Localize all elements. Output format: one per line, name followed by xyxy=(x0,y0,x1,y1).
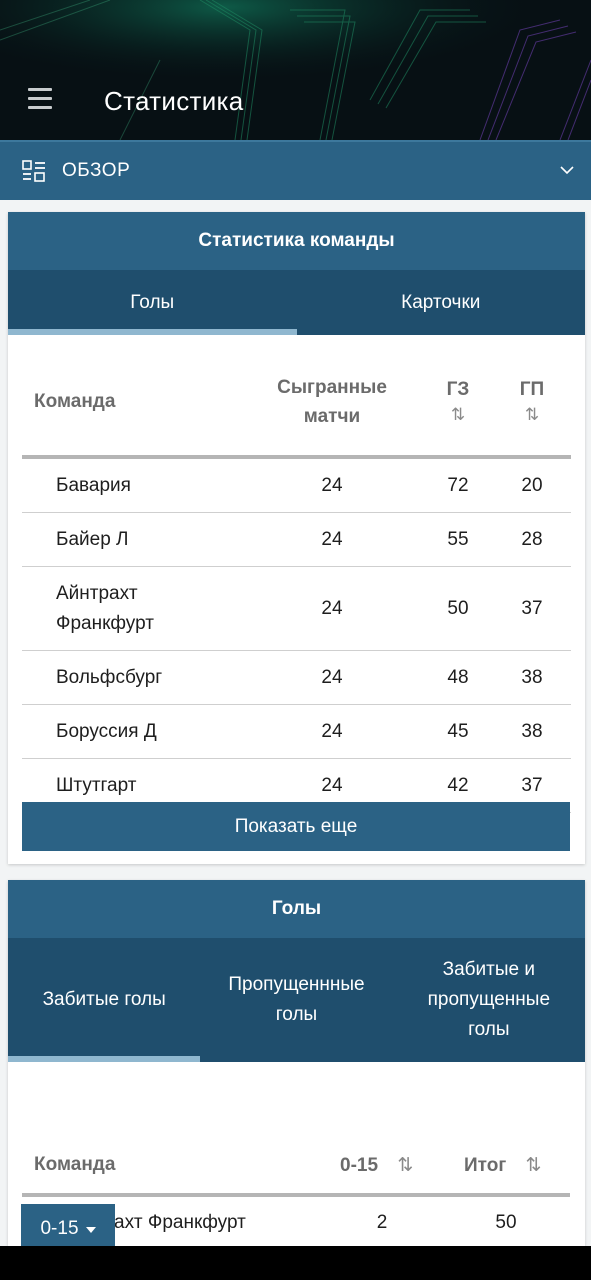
tab-scored-and-conceded[interactable]: Забитые и пропущенные голы xyxy=(393,938,585,1062)
goals-card: Голы Забитые голы Пропущеннные голы Заби… xyxy=(8,880,585,1246)
ga-value: 28 xyxy=(521,528,543,550)
tab-goals[interactable]: Голы xyxy=(8,270,297,335)
team-name: Вольфсбург xyxy=(56,666,163,688)
hamburger-icon[interactable] xyxy=(28,88,52,110)
col-played: Сыгранные матчи xyxy=(277,377,387,427)
total-value: 50 xyxy=(495,1212,517,1233)
played-value: 24 xyxy=(321,528,343,550)
col-goals-for: ГЗ ⇅ xyxy=(428,375,488,426)
ga-value: 37 xyxy=(521,597,543,619)
header-background-art xyxy=(0,0,591,140)
ga-value: 38 xyxy=(521,720,543,742)
col-team: Команда xyxy=(34,1154,116,1175)
overview-dropdown[interactable]: ОБЗОР xyxy=(0,140,591,200)
table-row[interactable]: Байер Л 24 55 28 xyxy=(22,513,571,567)
played-value: 24 xyxy=(321,666,343,688)
sort-icon[interactable]: ⇅ xyxy=(397,1155,413,1176)
goals-tabs: Забитые голы Пропущеннные голы Забитые и… xyxy=(8,938,585,1062)
goals-table-header: Команда 0-15 ⇅ Итог ⇅ xyxy=(22,1134,570,1197)
system-navigation-bar xyxy=(0,1246,591,1280)
played-value: 24 xyxy=(321,720,343,742)
show-more-button[interactable]: Показать еще xyxy=(22,802,570,851)
team-name: Бавария xyxy=(56,474,131,496)
overview-icon xyxy=(22,160,45,182)
team-name: Байер Л xyxy=(56,528,129,550)
played-value: 24 xyxy=(321,474,343,496)
table-row[interactable]: Бавария 24 72 20 xyxy=(22,459,571,513)
col-range: 0-15 ⇅ xyxy=(340,1155,414,1176)
page-title: Статистика xyxy=(104,86,244,116)
table-row[interactable]: Айнтрахт Франкфурт 24 50 37 xyxy=(22,567,571,651)
team-stats-table-header: Команда Сыгранные матчи ГЗ ⇅ ГП ⇅ xyxy=(22,359,571,459)
team-stats-title: Статистика команды xyxy=(8,212,585,270)
team-name: Боруссия Д xyxy=(56,720,157,742)
played-value: 24 xyxy=(321,597,343,619)
gf-value: 45 xyxy=(447,720,469,742)
tab-conceded-goals[interactable]: Пропущеннные голы xyxy=(200,938,392,1062)
range-value: 2 xyxy=(376,1212,388,1233)
tab-scored-goals[interactable]: Забитые голы xyxy=(8,938,201,1062)
team-name: Айнтрахт Франкфурт xyxy=(56,582,154,634)
gf-value: 50 xyxy=(447,597,469,619)
col-goals-against: ГП ⇅ xyxy=(502,375,562,426)
caret-down-icon xyxy=(85,1226,96,1233)
chevron-down-icon[interactable] xyxy=(559,162,575,178)
overview-label: ОБЗОР xyxy=(62,160,131,181)
team-stats-card: Статистика команды Голы Карточки Команда… xyxy=(8,212,585,864)
table-row[interactable]: Вольфсбург 24 48 38 xyxy=(22,651,571,705)
gf-value: 55 xyxy=(447,528,469,550)
app-header: Статистика xyxy=(0,0,591,140)
col-team: Команда xyxy=(34,391,116,412)
team-stats-tabs: Голы Карточки xyxy=(8,270,585,335)
sort-icon[interactable]: ⇅ xyxy=(502,404,562,426)
ga-value: 20 xyxy=(521,474,543,496)
sort-icon[interactable]: ⇅ xyxy=(526,1155,542,1176)
ga-value: 38 xyxy=(521,666,543,688)
gf-value: 48 xyxy=(447,666,469,688)
col-total: Итог ⇅ xyxy=(464,1155,542,1176)
goals-title: Голы xyxy=(8,880,585,938)
sort-icon[interactable]: ⇅ xyxy=(428,404,488,426)
table-row[interactable]: Боруссия Д 24 45 38 xyxy=(22,705,571,759)
tab-cards[interactable]: Карточки xyxy=(297,270,586,335)
gf-value: 72 xyxy=(447,474,469,496)
